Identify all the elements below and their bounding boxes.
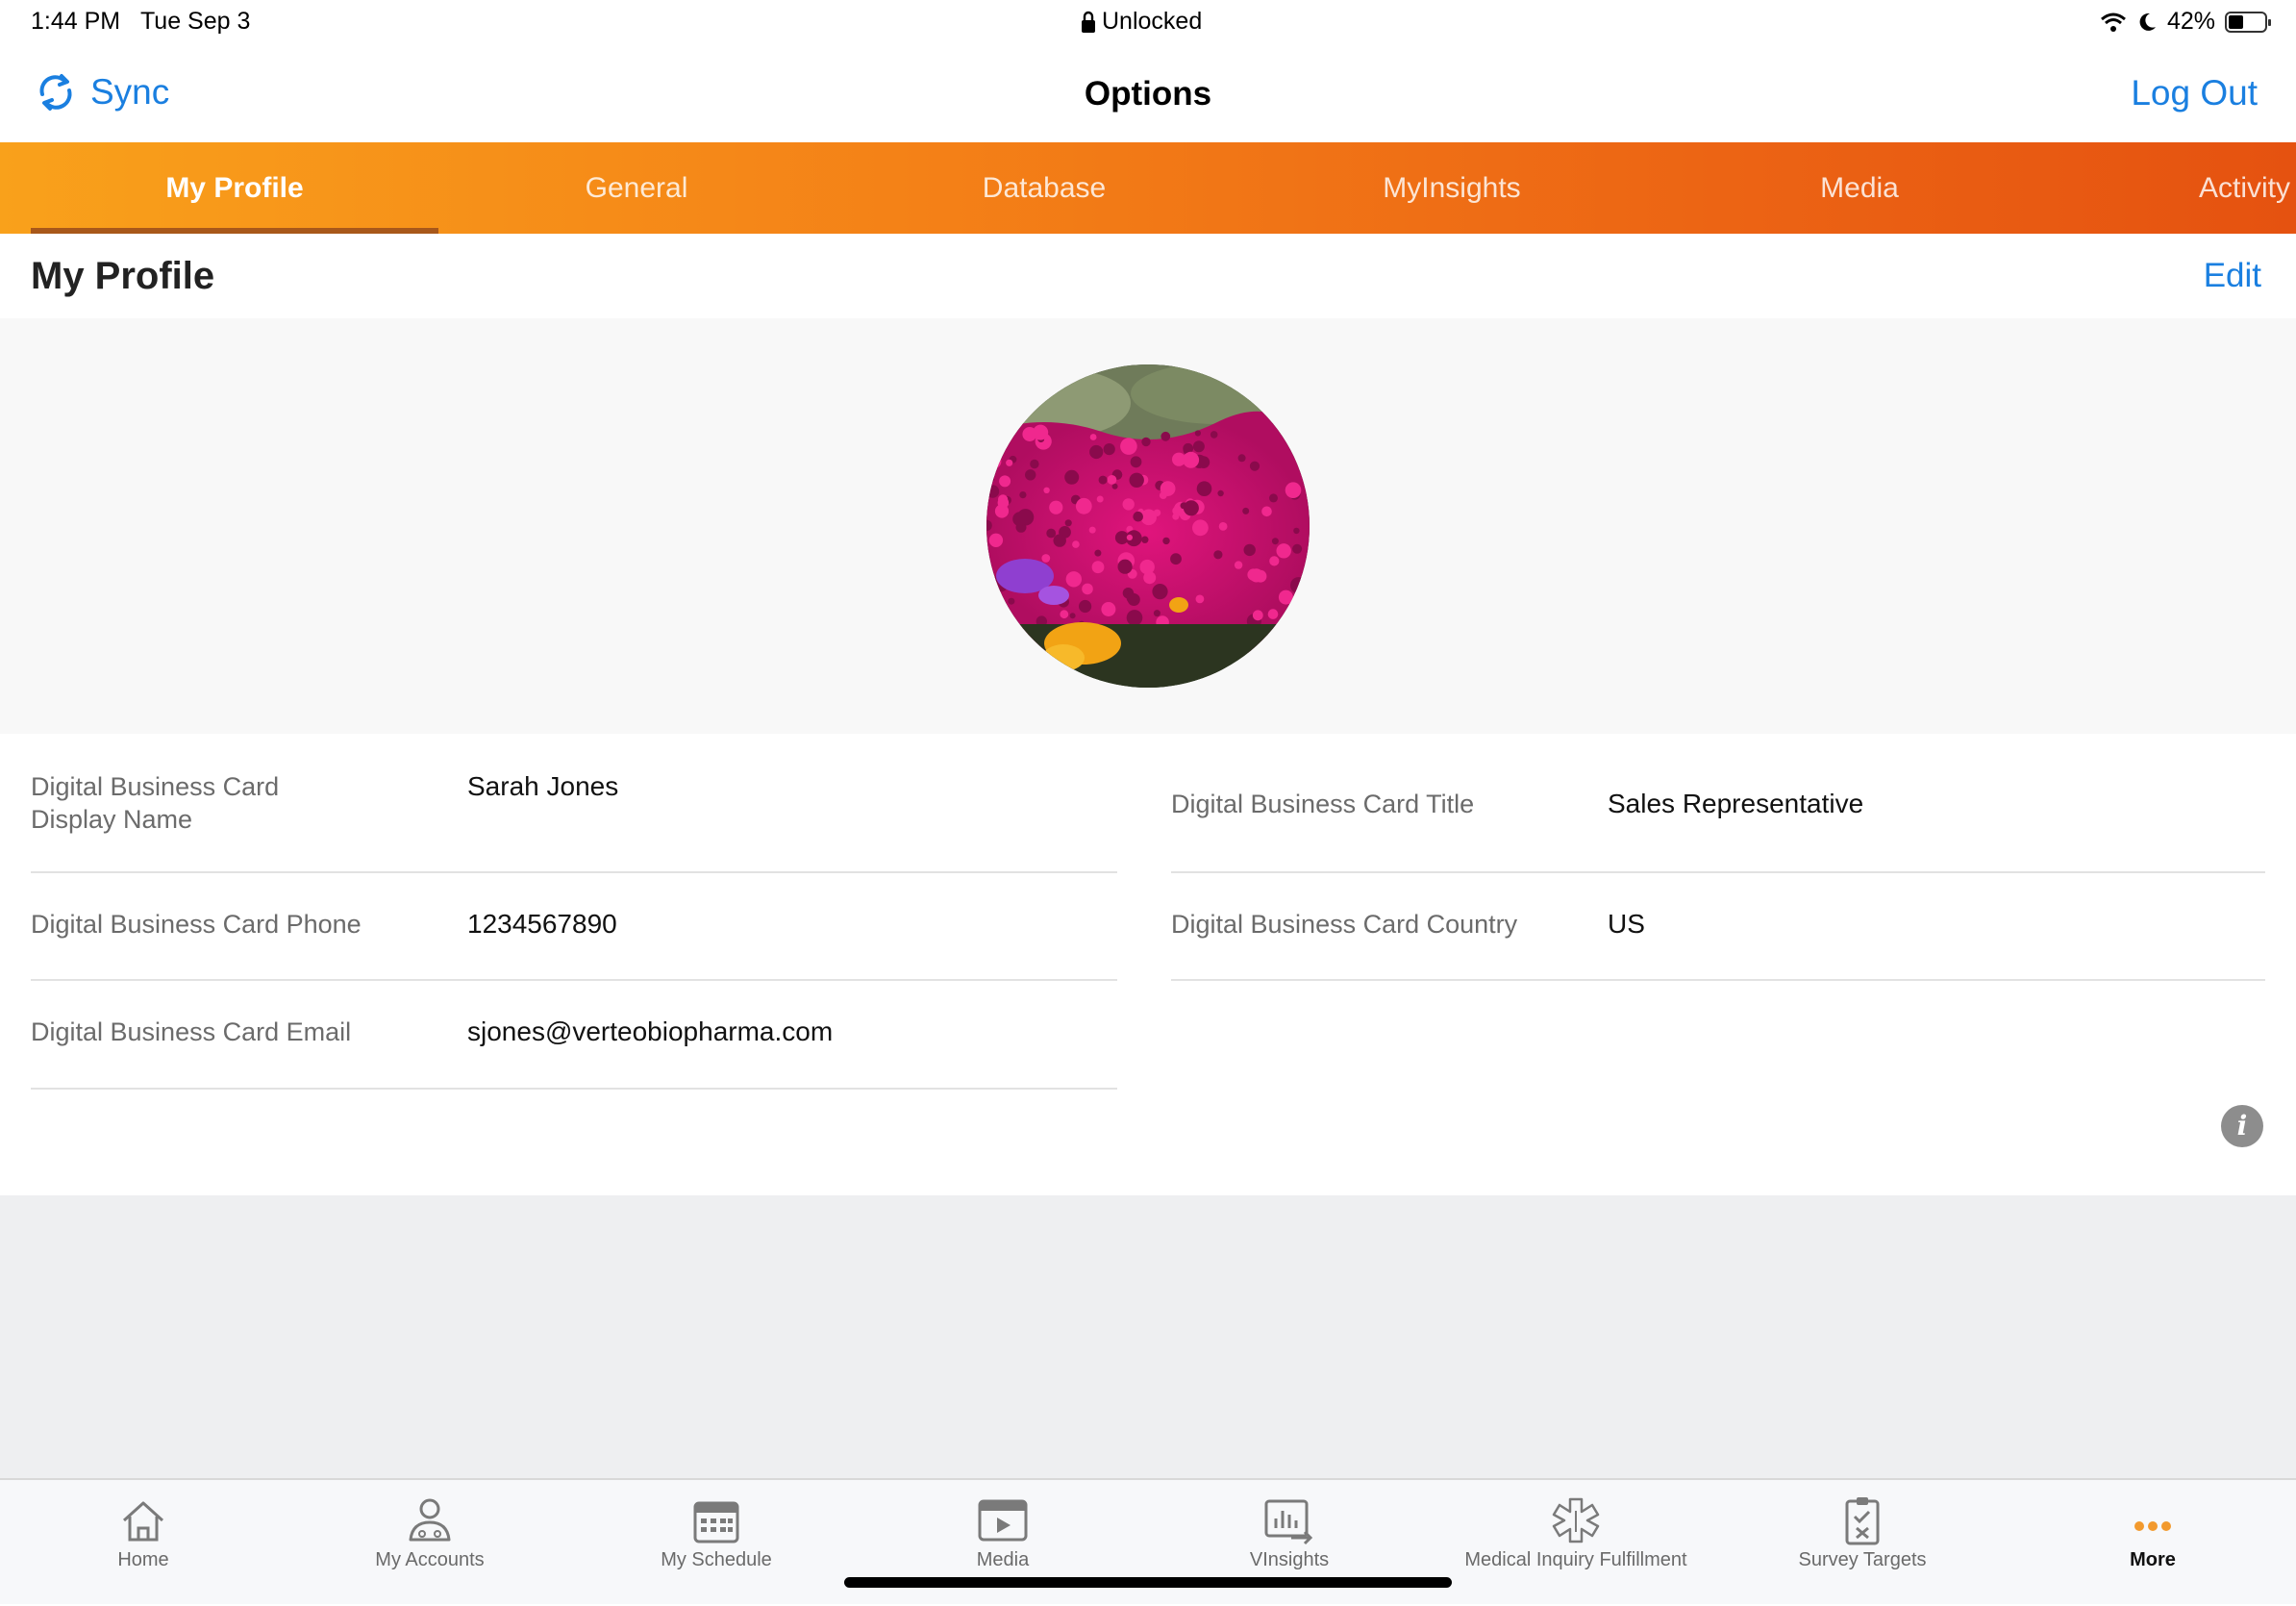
label-line-2: Display Name (31, 805, 193, 834)
bottom-tab-survey-targets[interactable]: Survey Targets (1719, 1480, 2006, 1606)
field-row-display-name: Digital Business Card Display Name Sarah… (31, 734, 1117, 873)
field-label-title: Digital Business Card Title (1171, 790, 1475, 818)
bottom-tab-label: VInsights (1249, 1549, 1330, 1570)
moon-icon (2139, 13, 2156, 31)
insights-icon (1264, 1499, 1313, 1545)
field-value-display-name: Sarah Jones (467, 771, 619, 801)
status-bar: 1:44 PM Tue Sep 3 Unlocked 42% (0, 0, 2296, 44)
bottom-tab-more[interactable]: More (2009, 1480, 2296, 1606)
battery-icon (2225, 11, 2271, 33)
tab-general[interactable]: General (433, 142, 840, 234)
calendar-icon (693, 1501, 739, 1543)
field-row-phone: Digital Business Card Phone 1234567890 (31, 873, 1117, 981)
field-row-title: Digital Business Card Title Sales Repres… (1171, 734, 2265, 873)
field-row-email: Digital Business Card Email sjones@verte… (31, 981, 1117, 1090)
page-title: Options (1084, 75, 1212, 113)
field-value-email: sjones@verteobiopharma.com (467, 1016, 834, 1046)
field-label-display-name: Digital Business Card Display Name (31, 770, 279, 836)
home-indicator (844, 1577, 1452, 1588)
field-value-title: Sales Representative (1608, 789, 1864, 818)
home-icon (122, 1501, 164, 1542)
profile-photo-flowers (986, 364, 1310, 688)
time-text: 1:44 PM (31, 8, 121, 35)
bottom-tab-my-schedule[interactable]: My Schedule (573, 1480, 860, 1606)
media-icon (978, 1499, 1028, 1542)
field-row-country: Digital Business Card Country US (1171, 873, 2265, 981)
field-value-phone: 1234567890 (467, 909, 617, 939)
date-text: Tue Sep 3 (139, 8, 251, 35)
bottom-tab-label: My Accounts (375, 1549, 485, 1570)
bottom-tab-medical-inquiry[interactable]: Medical Inquiry Fulfillment (1433, 1480, 1719, 1606)
info-icon[interactable]: i (2221, 1105, 2263, 1147)
bottom-tab-label: Survey Targets (1798, 1549, 1927, 1570)
bottom-tab-label: My Schedule (661, 1549, 772, 1570)
lock-status: Unlocked (1081, 8, 1202, 36)
status-time: 1:44 PM Tue Sep 3 (31, 8, 250, 36)
tab-media[interactable]: Media (1656, 142, 2063, 234)
more-icon (2134, 1521, 2171, 1531)
tab-activity[interactable]: Activity (2081, 142, 2296, 234)
edit-button[interactable]: Edit (2204, 257, 2261, 295)
bottom-tab-home[interactable]: Home (0, 1480, 287, 1606)
bottom-tab-label: More (2130, 1549, 2176, 1570)
profile-fields: Digital Business Card Display Name Sarah… (0, 734, 2296, 1195)
tab-my-profile[interactable]: My Profile (31, 142, 438, 234)
field-label-phone: Digital Business Card Phone (31, 910, 362, 939)
survey-icon (1845, 1497, 1880, 1545)
avatar[interactable] (986, 364, 1310, 688)
options-tab-bar: My Profile General Database MyInsights M… (0, 142, 2296, 234)
field-label-country: Digital Business Card Country (1171, 910, 1518, 939)
accounts-icon (409, 1498, 451, 1542)
bottom-tab-label: Home (117, 1549, 169, 1570)
lock-text: Unlocked (1102, 8, 1203, 35)
empty-area (0, 1195, 2296, 1478)
bottom-tab-label: Media (976, 1549, 1030, 1570)
section-header: My Profile Edit (0, 234, 2296, 318)
wifi-icon (2100, 13, 2126, 32)
nav-bar: Sync Options Log Out (0, 46, 2296, 142)
logout-button[interactable]: Log Out (2131, 73, 2258, 113)
field-label-email: Digital Business Card Email (31, 1017, 352, 1046)
label-line-1: Digital Business Card (31, 772, 280, 801)
lock-icon (1082, 11, 1095, 33)
field-value-country: US (1608, 909, 1645, 939)
bottom-tab-my-accounts[interactable]: My Accounts (287, 1480, 573, 1606)
bottom-tab-label: Medical Inquiry Fulfillment (1464, 1549, 1687, 1570)
tab-myinsights[interactable]: MyInsights (1248, 142, 1656, 234)
battery-text: 42% (2166, 8, 2215, 35)
profile-photo-area (0, 318, 2296, 734)
tab-database[interactable]: Database (840, 142, 1248, 234)
section-title: My Profile (31, 255, 215, 297)
status-right: 42% (2100, 8, 2271, 36)
medical-icon (1552, 1497, 1600, 1543)
